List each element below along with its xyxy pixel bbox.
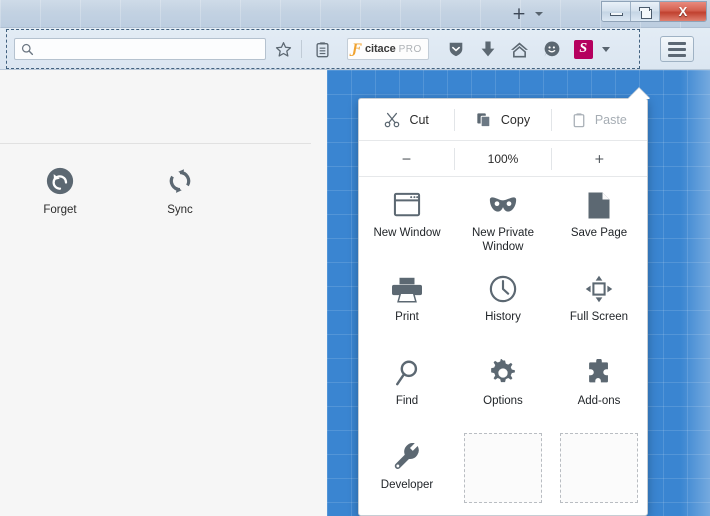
hamburger-menu-icon <box>668 41 686 45</box>
page-icon <box>587 187 611 223</box>
widget-sync-label: Sync <box>167 204 193 216</box>
downloads-button[interactable] <box>473 34 503 64</box>
restore-icon <box>639 6 652 19</box>
fullscreen-icon <box>585 271 613 307</box>
menu-item-find[interactable]: Find <box>359 345 455 429</box>
menu-item-new-private-window[interactable]: New Private Window <box>455 177 551 261</box>
wrench-icon <box>393 439 421 475</box>
menu-item-options[interactable]: Options <box>455 345 551 429</box>
menu-item-full-screen[interactable]: Full Screen <box>551 261 647 345</box>
menu-item-label: Print <box>395 311 419 323</box>
cut-label: Cut <box>409 112 429 127</box>
search-input[interactable] <box>34 43 265 55</box>
clock-icon <box>489 271 517 307</box>
search-bar[interactable] <box>14 38 266 60</box>
browser-window: + X Ƒ citace PRO S Forget Sync Cut Copy … <box>0 0 710 516</box>
widget-sync[interactable]: Sync <box>144 164 216 216</box>
menu-empty-slot-1[interactable] <box>455 429 551 513</box>
home-button[interactable] <box>505 34 535 64</box>
download-arrow-icon <box>480 40 496 58</box>
menu-item-label: Options <box>483 395 523 407</box>
menu-item-label: Developer <box>380 479 434 491</box>
edit-controls-row: Cut Copy Paste <box>359 99 647 141</box>
home-icon <box>510 41 529 58</box>
magnifier-icon <box>394 355 420 391</box>
zoom-level-reset-button[interactable]: 100% <box>455 141 550 176</box>
menu-item-label: Save Page <box>570 227 628 239</box>
search-icon <box>21 43 34 56</box>
window-controls: X <box>601 1 707 22</box>
menu-item-history[interactable]: History <box>455 261 551 345</box>
menu-button[interactable] <box>660 36 694 62</box>
star-icon <box>275 41 292 58</box>
copy-icon <box>476 112 492 128</box>
title-bar: + X <box>0 0 710 28</box>
menu-item-label: Find <box>395 395 419 407</box>
tab-list-dropdown-button[interactable] <box>531 7 547 21</box>
reader-list-button[interactable] <box>307 34 337 64</box>
copy-label: Copy <box>500 112 531 127</box>
scissors-icon <box>384 112 400 128</box>
s-extension-button[interactable]: S <box>573 39 593 59</box>
menu-item-label: New Private Window <box>472 227 534 253</box>
widget-forget-label: Forget <box>43 204 77 216</box>
shield-icon <box>447 40 465 58</box>
hamburger-menu-icon-bar2 <box>668 47 686 51</box>
printer-icon <box>392 271 422 307</box>
reader-list-icon <box>315 41 330 58</box>
citace-pro-label: PRO <box>398 43 422 55</box>
window-icon <box>393 187 421 223</box>
toolbar-items: Ƒ citace PRO S <box>8 30 640 68</box>
section-divider <box>0 143 311 144</box>
smiley-chat-icon <box>543 40 561 58</box>
paste-label: Paste <box>594 112 627 127</box>
menu-item-new-window[interactable]: New Window <box>359 177 455 261</box>
new-tab-button[interactable]: + <box>508 4 530 24</box>
menu-item-label: Add-ons <box>577 395 621 407</box>
menu-grid: New Window New Private Window Save Page … <box>359 177 647 513</box>
gear-icon <box>489 355 517 391</box>
chat-button[interactable] <box>537 34 567 64</box>
puzzle-icon <box>585 355 613 391</box>
paste-button[interactable]: Paste <box>552 99 647 140</box>
menu-item-label: History <box>485 311 521 323</box>
minimize-button[interactable] <box>602 2 631 21</box>
citace-label: citace <box>365 43 396 55</box>
shield-button[interactable] <box>441 34 471 64</box>
menu-item-developer[interactable]: Developer <box>359 429 455 513</box>
citace-pro-button[interactable]: Ƒ citace PRO <box>347 38 429 60</box>
menu-empty-slot-2[interactable] <box>551 429 647 513</box>
copy-button[interactable]: Copy <box>455 99 550 140</box>
empty-drop-target[interactable] <box>560 433 638 503</box>
zoom-out-button[interactable]: − <box>359 141 454 176</box>
empty-drop-target[interactable] <box>464 433 542 503</box>
minimize-icon <box>609 12 623 16</box>
menu-item-print[interactable]: Print <box>359 261 455 345</box>
menu-item-label: New Window <box>373 227 441 239</box>
mask-icon <box>488 187 518 223</box>
chevron-down-icon <box>601 46 610 52</box>
bookmark-star-button[interactable] <box>268 34 298 64</box>
menu-item-add-ons[interactable]: Add-ons <box>551 345 647 429</box>
cut-button[interactable]: Cut <box>359 99 454 140</box>
restore-button[interactable] <box>631 2 660 21</box>
citace-logo-icon: Ƒ <box>352 40 363 57</box>
close-button[interactable]: X <box>660 2 706 21</box>
clipboard-icon <box>572 112 586 128</box>
zoom-controls-row: − 100% + <box>359 141 647 177</box>
menu-item-label: Full Screen <box>569 311 629 323</box>
overflow-dropdown-button[interactable] <box>599 37 613 61</box>
forget-icon <box>24 164 96 198</box>
zoom-in-button[interactable]: + <box>552 141 647 176</box>
hamburger-menu-icon-bar3 <box>668 53 686 57</box>
sync-icon <box>144 164 216 198</box>
chevron-down-icon <box>535 12 543 16</box>
widget-forget[interactable]: Forget <box>24 164 96 216</box>
toolbar-separator <box>301 40 302 58</box>
panel-pointer-arrow <box>628 88 650 99</box>
menu-panel: Cut Copy Paste − 100% + New Window New P… <box>358 98 648 516</box>
menu-item-save-page[interactable]: Save Page <box>551 177 647 261</box>
